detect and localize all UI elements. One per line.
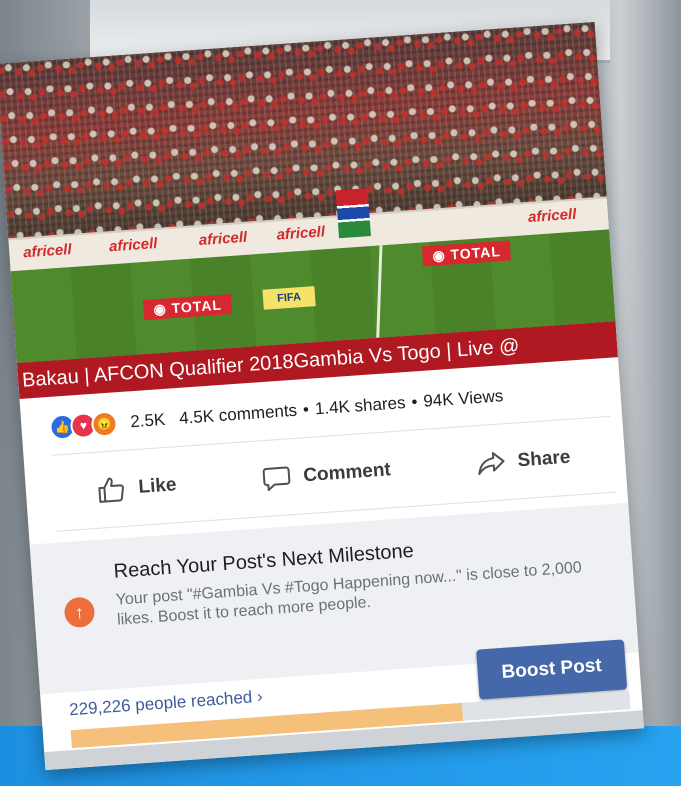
comment-count[interactable]: 4.5K comments [179, 401, 298, 429]
share-arrow-icon [477, 452, 505, 476]
total-logo-icon: ◉ [152, 299, 173, 317]
sponsor-board-africell-5: africell [527, 205, 577, 227]
view-count: 94K Views [422, 386, 504, 411]
total-logo-icon: ◉ [431, 246, 452, 264]
video-player[interactable]: africell africell africell africell afri… [0, 21, 616, 364]
sponsor-board-africell-1: africell [22, 240, 73, 262]
reaction-icons[interactable]: 👍 ♥ 😠 [48, 410, 119, 441]
facebook-post-card: africell africell africell africell afri… [0, 21, 644, 771]
share-label: Share [516, 446, 572, 472]
comment-button[interactable]: Comment [260, 455, 391, 494]
like-label: Like [137, 474, 178, 498]
arrow-up-icon: ↑ [63, 596, 96, 629]
share-button[interactable]: Share [475, 443, 572, 480]
sponsor-board-africell-3: africell [198, 228, 248, 250]
people-reached-link[interactable]: 229,226 people reached › [69, 687, 264, 720]
comment-icon [262, 466, 291, 492]
sponsor-board-africell-2: africell [108, 234, 158, 256]
chevron-right-icon: › [256, 686, 264, 707]
like-button[interactable]: Like [96, 470, 178, 506]
comment-label: Comment [302, 459, 392, 487]
thumbs-up-icon [97, 477, 124, 503]
gambia-flag [335, 188, 371, 239]
boost-post-button[interactable]: Boost Post [476, 639, 628, 700]
angry-reaction-icon: 😠 [90, 410, 119, 438]
post-actions: Like Comment Share [52, 430, 614, 519]
sponsor-board-fifa: FIFA [262, 286, 316, 310]
share-count[interactable]: 1.4K shares [314, 393, 406, 419]
reaction-count[interactable]: 2.5K [130, 410, 166, 432]
sponsor-board-africell-4: africell [276, 223, 326, 244]
